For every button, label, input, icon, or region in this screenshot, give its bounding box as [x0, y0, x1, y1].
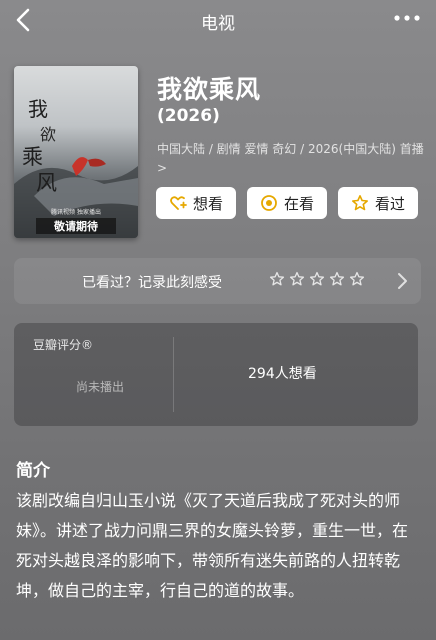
- score-card[interactable]: 豆瓣评分® 尚未播出 294人想看: [14, 323, 418, 426]
- star-icon[interactable]: [309, 271, 325, 287]
- poster-char-3: 乘: [22, 145, 43, 169]
- douban-score-label: 豆瓣评分®: [33, 338, 94, 352]
- more-dots-icon: [394, 15, 420, 21]
- heart-plus-icon: [170, 196, 187, 210]
- watched-label: 看过: [374, 194, 405, 213]
- movie-meta[interactable]: 中国大陆 / 剧情 爱情 奇幻 / 2026(中国大陆) 首播 >: [157, 140, 425, 178]
- poster-image[interactable]: 我 欲 乘 风 腾讯视频 独家播出 敬请期待: [14, 66, 138, 238]
- star-icon[interactable]: [269, 271, 285, 287]
- movie-title: 我欲乘风: [157, 75, 262, 104]
- movie-meta-text: 中国大陆 / 剧情 爱情 奇幻 / 2026(中国大陆) 首播: [157, 142, 424, 156]
- star-icon[interactable]: [289, 271, 305, 287]
- poster-subbanner: 腾讯视频 独家播出: [51, 208, 101, 216]
- movie-year: (2026): [157, 106, 220, 126]
- top-bar: 电视: [0, 0, 436, 44]
- star-outline-icon: [351, 195, 368, 211]
- rating-stars[interactable]: [269, 271, 365, 287]
- star-icon[interactable]: [329, 271, 345, 287]
- poster-char-4: 风: [36, 171, 57, 195]
- want-to-watch-button[interactable]: 想看: [156, 187, 236, 219]
- rating-bar[interactable]: 已看过？记录此刻感受: [14, 258, 421, 304]
- watching-label: 在看: [283, 194, 314, 213]
- rating-prompt: 已看过？记录此刻感受: [82, 275, 222, 291]
- more-button[interactable]: [392, 8, 422, 28]
- page-title: 电视: [201, 14, 235, 34]
- poster-char-2: 欲: [40, 125, 56, 144]
- intro-heading: 简介: [16, 461, 50, 481]
- watched-button[interactable]: 看过: [338, 187, 418, 219]
- intro-text: 该剧改编自归山玉小说《灭了天道后我成了死对头的师妹》。讲述了战力问鼎三界的女魔头…: [16, 491, 409, 600]
- chevron-right-icon: [398, 273, 407, 289]
- watching-circle-icon: [261, 195, 277, 211]
- poster-char-1: 我: [28, 97, 48, 121]
- score-status: 尚未播出: [76, 380, 125, 394]
- wish-count: 294人想看: [248, 366, 317, 382]
- divider: [173, 337, 174, 412]
- meta-chevron-icon: >: [157, 161, 168, 175]
- star-icon[interactable]: [349, 271, 365, 287]
- poster-banner: 敬请期待: [53, 219, 98, 233]
- want-to-watch-label: 想看: [192, 194, 223, 213]
- watching-button[interactable]: 在看: [247, 187, 327, 219]
